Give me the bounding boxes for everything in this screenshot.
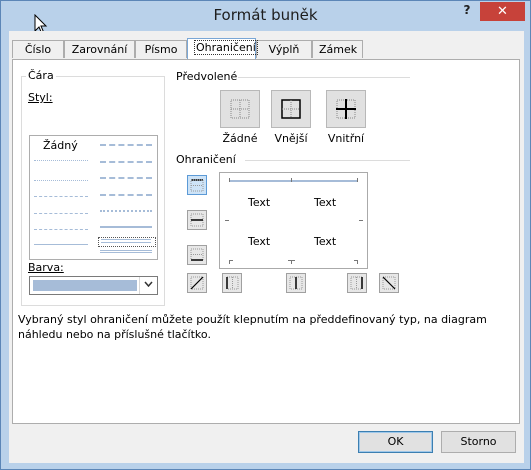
border-bottom-icon bbox=[190, 248, 204, 261]
tab-label: Ohraničení bbox=[194, 40, 258, 55]
border-diagonal-down-icon bbox=[382, 276, 396, 290]
preset-inside-label: Vnitřní bbox=[327, 132, 365, 145]
line-style-selected[interactable] bbox=[98, 237, 156, 247]
border-bottom-button[interactable] bbox=[187, 245, 207, 265]
border-diagonal-down-button[interactable] bbox=[379, 273, 399, 293]
line-style-list[interactable]: Žádný bbox=[29, 135, 158, 260]
dialog-client-area: Číslo Zarovnání Písmo Ohraničení Výplň Z… bbox=[9, 31, 524, 463]
preset-outline-label: Vnější bbox=[274, 132, 308, 145]
color-swatch bbox=[33, 280, 137, 291]
border-inner-horizontal-button[interactable] bbox=[187, 210, 207, 230]
preview-text: Text bbox=[248, 196, 271, 209]
line-style-option[interactable] bbox=[34, 160, 88, 161]
dialog-title: Formát buněk bbox=[213, 6, 318, 24]
title-bar: Formát buněk ? ✕ bbox=[1, 1, 530, 31]
presets-legend: Předvolené bbox=[174, 70, 240, 83]
border-diagonal-up-button[interactable] bbox=[187, 273, 207, 293]
line-style-option[interactable] bbox=[100, 250, 152, 253]
border-top-icon bbox=[190, 179, 204, 192]
tab-zamek[interactable]: Zámek bbox=[312, 40, 363, 58]
preset-inside-button[interactable] bbox=[326, 90, 366, 128]
preset-none-button[interactable] bbox=[220, 90, 260, 128]
line-group-legend: Čára bbox=[26, 69, 56, 82]
line-style-option[interactable] bbox=[34, 196, 88, 197]
border-legend: Ohraničení bbox=[174, 153, 238, 166]
ok-button[interactable]: OK bbox=[358, 431, 433, 453]
preview-text: Text bbox=[314, 235, 337, 248]
border-left-button[interactable] bbox=[222, 273, 242, 293]
border-right-button[interactable] bbox=[347, 273, 367, 293]
tab-pismo[interactable]: Písmo bbox=[135, 40, 187, 58]
line-style-option[interactable] bbox=[100, 144, 152, 146]
close-button[interactable]: ✕ bbox=[480, 2, 525, 21]
line-style-none[interactable]: Žádný bbox=[43, 139, 78, 152]
cancel-button[interactable]: Storno bbox=[441, 431, 516, 453]
line-style-option[interactable] bbox=[100, 194, 152, 196]
preset-none-icon bbox=[230, 99, 250, 119]
format-cells-dialog: Formát buněk ? ✕ Číslo Zarovnání Písmo O… bbox=[0, 0, 531, 470]
tab-ohraniceni[interactable]: Ohraničení bbox=[187, 38, 258, 59]
line-style-option[interactable] bbox=[34, 180, 88, 181]
preview-text: Text bbox=[314, 196, 337, 209]
line-style-option[interactable] bbox=[34, 213, 88, 214]
preview-text: Text bbox=[248, 235, 271, 248]
tab-label: Zarovnání bbox=[71, 43, 128, 56]
tab-label: Číslo bbox=[24, 43, 52, 56]
border-inner-vertical-icon bbox=[289, 276, 303, 290]
presets-separator bbox=[238, 77, 410, 78]
line-style-option[interactable] bbox=[100, 226, 152, 228]
color-label: Barva: bbox=[28, 261, 64, 274]
line-style-option[interactable] bbox=[34, 244, 88, 245]
tab-label: Výplň bbox=[268, 43, 300, 56]
border-diagonal-up-icon bbox=[190, 276, 204, 290]
border-tab-panel: Čára Styl: Žádný Barva: Předvolené Žádné… bbox=[12, 59, 520, 424]
border-preview[interactable]: Text Text Text Text bbox=[219, 172, 368, 269]
preset-inside-icon bbox=[336, 99, 356, 119]
line-style-option[interactable] bbox=[100, 161, 152, 163]
border-top-button[interactable] bbox=[187, 175, 207, 195]
chevron-down-icon[interactable] bbox=[139, 277, 157, 294]
line-style-option[interactable] bbox=[100, 177, 152, 179]
border-left-icon bbox=[226, 276, 239, 290]
border-right-icon bbox=[350, 276, 363, 290]
border-separator bbox=[245, 160, 410, 161]
tab-vypln[interactable]: Výplň bbox=[256, 40, 312, 58]
tab-zarovnani[interactable]: Zarovnání bbox=[64, 40, 135, 58]
line-style-option[interactable] bbox=[34, 229, 88, 230]
preset-outline-button[interactable] bbox=[271, 90, 311, 128]
preview-top-border bbox=[229, 180, 357, 182]
tab-label: Zámek bbox=[319, 43, 358, 56]
tab-cislo[interactable]: Číslo bbox=[12, 40, 64, 58]
style-label: Styl: bbox=[28, 91, 53, 104]
line-color-select[interactable] bbox=[29, 276, 158, 295]
help-button[interactable]: ? bbox=[457, 3, 477, 21]
preset-outline-icon bbox=[281, 99, 301, 119]
border-inner-vertical-button[interactable] bbox=[286, 273, 306, 293]
line-style-option[interactable] bbox=[100, 210, 152, 212]
tab-label: Písmo bbox=[144, 43, 178, 56]
description-text: Vybraný styl ohraničení můžete použít kl… bbox=[18, 313, 487, 341]
border-inner-horizontal-icon bbox=[190, 213, 204, 227]
